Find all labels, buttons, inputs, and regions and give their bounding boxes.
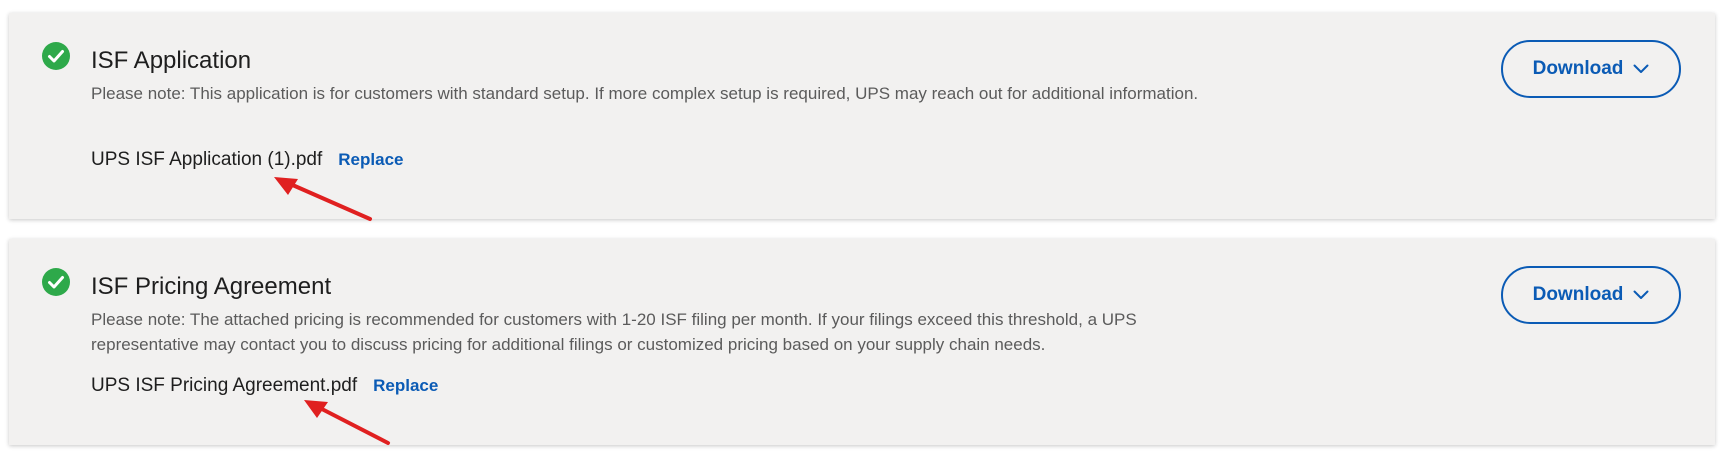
uploaded-file-row: UPS ISF Pricing Agreement.pdf Replace	[91, 375, 438, 397]
card-title: ISF Application	[91, 47, 252, 74]
download-button[interactable]: Download	[1501, 266, 1681, 324]
check-circle-icon	[42, 42, 70, 70]
download-button-label: Download	[1532, 284, 1624, 305]
uploaded-file-row: UPS ISF Application (1).pdf Replace	[91, 149, 403, 171]
download-button[interactable]: Download	[1501, 40, 1681, 98]
download-button-label: Download	[1532, 58, 1624, 79]
replace-link[interactable]: Replace	[373, 376, 438, 396]
card-title: ISF Pricing Agreement	[91, 273, 332, 300]
check-circle-icon	[42, 268, 70, 296]
document-card-isf-application: ISF Application Please note: This applic…	[9, 13, 1715, 219]
file-name: UPS ISF Pricing Agreement.pdf	[91, 375, 358, 396]
chevron-down-icon	[1633, 290, 1649, 299]
card-note: Please note: The attached pricing is rec…	[91, 310, 1137, 354]
file-name: UPS ISF Application (1).pdf	[91, 149, 323, 170]
document-card-isf-pricing-agreement: ISF Pricing Agreement Please note: The a…	[9, 239, 1715, 445]
chevron-down-icon	[1633, 64, 1649, 73]
replace-link[interactable]: Replace	[338, 150, 403, 170]
card-note: Please note: This application is for cus…	[91, 84, 1199, 103]
